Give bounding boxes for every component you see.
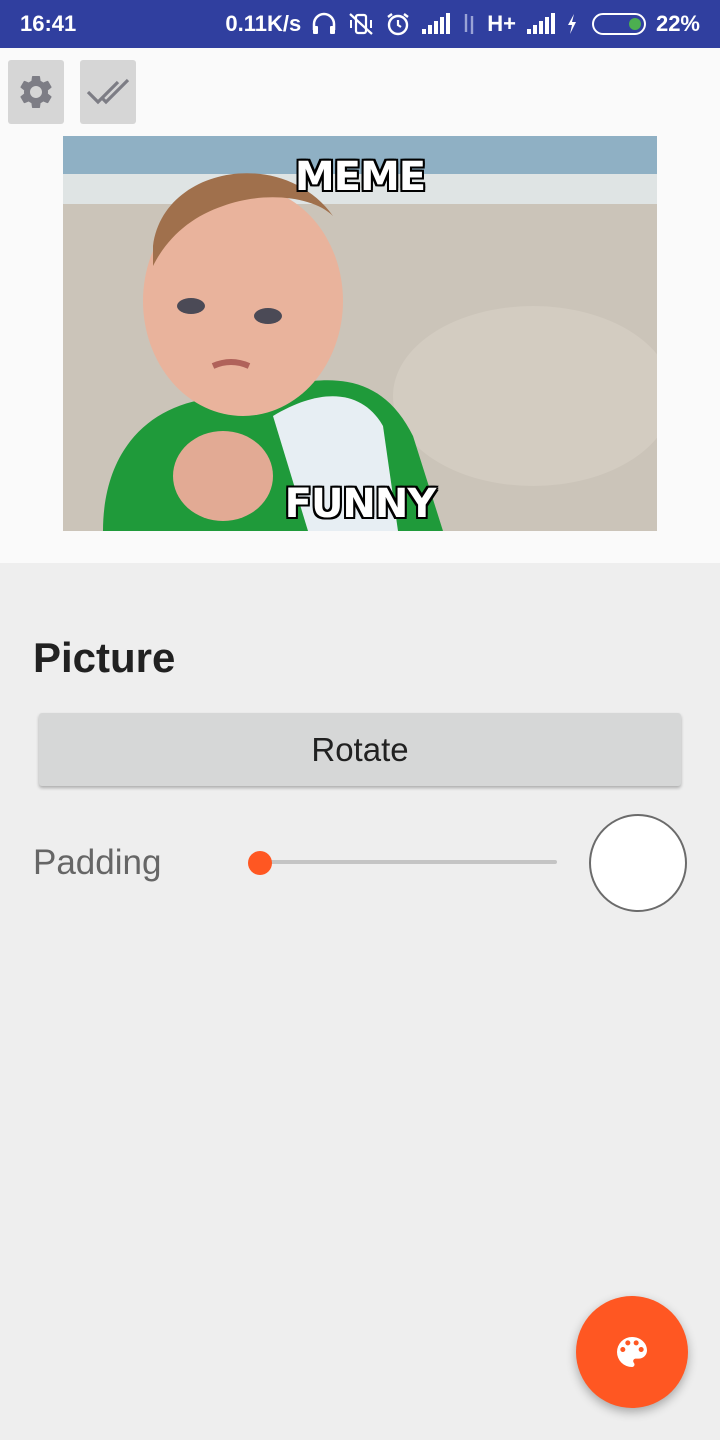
section-title: Picture [33,634,176,681]
padding-slider[interactable] [260,860,557,864]
settings-button[interactable] [8,60,64,124]
padding-slider-thumb[interactable] [248,851,272,875]
padding-label: Padding [33,843,162,882]
color-swatch[interactable] [589,814,687,912]
status-time: 16:41 [20,11,77,36]
signal-icon [421,13,451,35]
confirm-button[interactable] [80,60,136,124]
alarm-icon [385,11,411,37]
battery-level [628,18,641,30]
gear-icon [20,76,52,108]
status-indicators: 0.11K/s H+ 22% [225,11,700,37]
headphones-icon [311,12,337,36]
meme-bottom-text: FUNNY [284,481,437,527]
status-bar: 16:41 0.11K/s H+ 22% [0,0,720,48]
battery-percent: 22% [655,11,700,36]
double-check-icon [86,78,130,105]
preview-area: MEME FUNNY [0,48,720,563]
meme-image: MEME FUNNY [63,136,657,531]
network-type: H+ [487,11,516,36]
network-speed: 0.11K/s [225,11,302,36]
battery-icon [591,13,646,35]
signal-icon [526,13,556,35]
meme-top-text: MEME [294,154,426,200]
palette-icon [617,1337,647,1367]
data-transfer-icon [461,12,477,36]
charging-icon [566,13,578,35]
rotate-button[interactable]: Rotate [39,713,681,786]
vibrate-off-icon [347,12,375,36]
palette-button[interactable] [576,1296,688,1408]
